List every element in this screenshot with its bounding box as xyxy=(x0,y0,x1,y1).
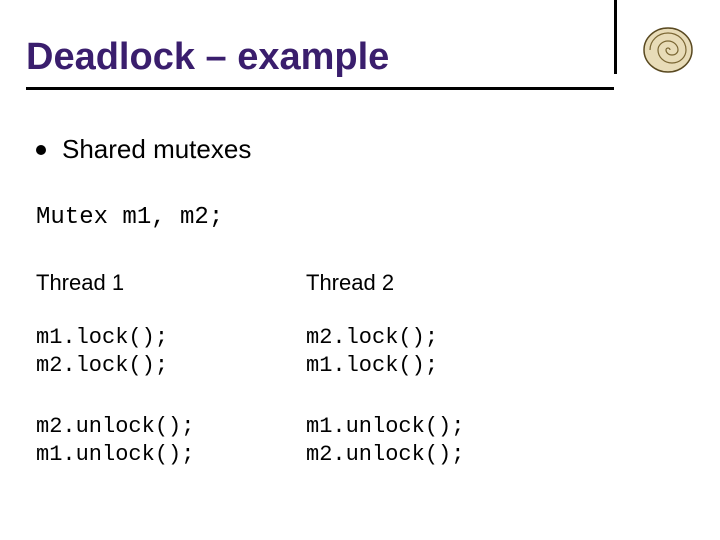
mutex-declaration-code: Mutex m1, m2; xyxy=(36,204,223,231)
thread-1-column: Thread 1 m1.lock(); m2.lock(); m2.unlock… xyxy=(36,270,306,502)
bullet-item: Shared mutexes xyxy=(36,134,251,165)
title-region: Deadlock – example xyxy=(26,36,614,90)
thread-2-heading: Thread 2 xyxy=(306,270,576,296)
bullet-dot-icon xyxy=(36,145,46,155)
thread-2-unlock-code: m1.unlock(); m2.unlock(); xyxy=(306,413,576,468)
slide: Deadlock – example Shared mutexes Mutex … xyxy=(0,0,720,540)
bullet-text: Shared mutexes xyxy=(62,134,251,165)
title-underline xyxy=(26,87,614,90)
thread-1-unlock-code: m2.unlock(); m1.unlock(); xyxy=(36,413,306,468)
thread-2-column: Thread 2 m2.lock(); m1.lock(); m1.unlock… xyxy=(306,270,576,502)
thread-2-lock-code: m2.lock(); m1.lock(); xyxy=(306,324,576,379)
spiral-shell-icon xyxy=(642,22,698,74)
title-vertical-rule xyxy=(614,0,617,74)
threads-columns: Thread 1 m1.lock(); m2.lock(); m2.unlock… xyxy=(36,270,576,502)
thread-1-heading: Thread 1 xyxy=(36,270,306,296)
slide-title: Deadlock – example xyxy=(26,36,614,81)
thread-1-lock-code: m1.lock(); m2.lock(); xyxy=(36,324,306,379)
